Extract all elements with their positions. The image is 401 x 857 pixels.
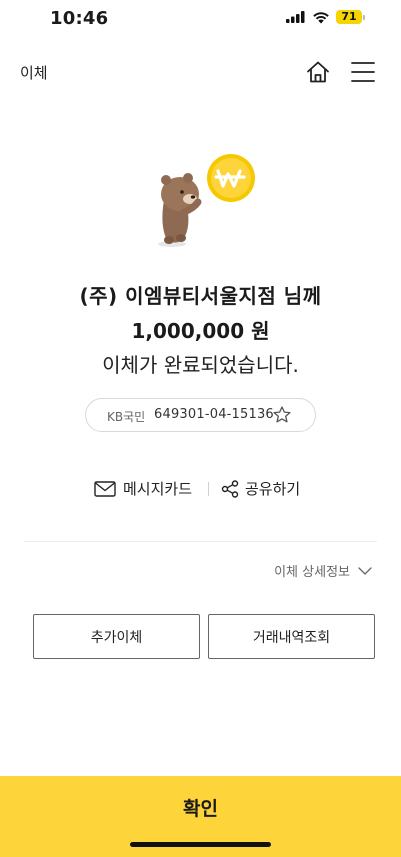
mail-icon [94,480,116,497]
share-button[interactable]: 공유하기 [221,478,300,499]
app-header: 이체 [0,50,401,96]
chevron-down-icon [358,566,372,575]
hamburger-menu-icon[interactable] [351,61,375,83]
actions-row: 메시지카드 공유하기 [0,478,401,502]
battery-tip [363,14,365,20]
confirm-label: 확인 [183,798,218,820]
transaction-history-button[interactable]: 거래내역조회 [208,614,375,659]
actions-divider [208,482,209,496]
status-bar: 10:46 71 [0,0,401,40]
share-label: 공유하기 [245,480,301,498]
section-divider [24,541,377,542]
battery-level: 71 [336,10,362,24]
home-icon[interactable] [305,59,331,85]
bear-mascot-coin-illustration [158,154,255,247]
account-number: 649301-04-15136 [154,407,274,422]
account-pill: KB국민 649301-04-15136 [85,398,316,432]
star-favorite-icon[interactable] [272,405,292,425]
battery-indicator: 71 [336,10,365,24]
page-title: 이체 [20,64,48,82]
wifi-icon [313,11,329,23]
message-card-label: 메시지카드 [123,480,193,498]
status-time: 10:46 [50,8,109,29]
transfer-complete-message: 이체가 완료되었습니다. [102,353,299,377]
home-indicator [130,842,271,847]
message-card-button[interactable]: 메시지카드 [94,478,192,499]
share-icon [221,479,239,498]
additional-transfer-button[interactable]: 추가이체 [33,614,200,659]
transfer-detail-label: 이체 상세정보 [274,565,350,580]
recipient-name: (주) 이엠뷰티서울지점 님께 [79,284,322,308]
transfer-amount: 1,000,000 원 [131,319,270,343]
status-icons: 71 [286,10,365,24]
cellular-signal-icon [286,11,305,23]
bank-name: KB국민 [107,410,146,424]
transfer-detail-toggle[interactable]: 이체 상세정보 [274,561,372,580]
